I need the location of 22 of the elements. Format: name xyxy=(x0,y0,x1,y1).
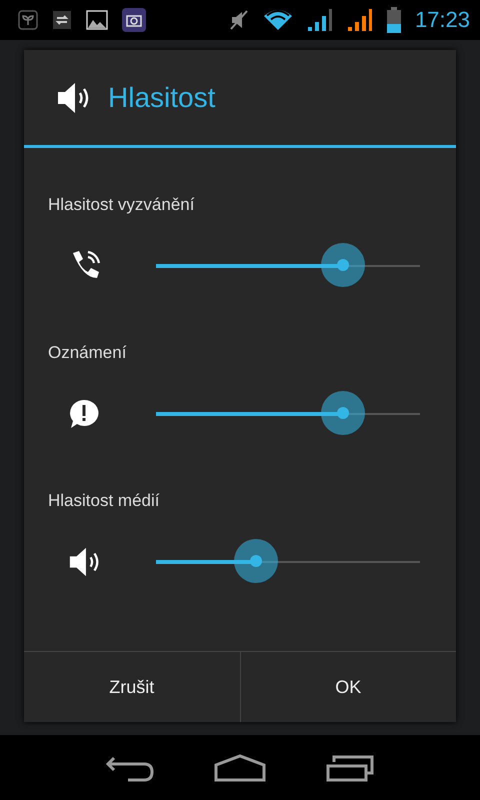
slider-label: Hlasitost médií xyxy=(48,490,160,512)
wifi-icon xyxy=(262,9,293,31)
dialog-title: Hlasitost xyxy=(108,82,216,114)
alert-bubble-icon xyxy=(68,398,100,430)
slider-thumb[interactable] xyxy=(321,391,366,435)
slider-thumb[interactable] xyxy=(234,539,278,583)
signal-icon xyxy=(306,8,333,32)
muted-icon xyxy=(228,9,249,31)
recent-apps-icon[interactable] xyxy=(326,754,374,782)
image-icon xyxy=(86,10,108,30)
sync-icon xyxy=(52,10,72,30)
battery-icon xyxy=(386,7,401,33)
camera-icon xyxy=(122,8,146,32)
slider-thumb[interactable] xyxy=(321,243,366,287)
clock: 17:23 xyxy=(414,7,470,33)
leaf-icon xyxy=(18,10,38,30)
dialog-button[interactable]: Zrušit xyxy=(24,652,240,722)
signal-icon xyxy=(346,8,373,32)
dialog-button[interactable]: OK xyxy=(240,652,456,722)
slider-label: Hlasitost vyzvánění xyxy=(48,194,196,216)
slider-label: Oznámení xyxy=(48,342,128,364)
home-icon[interactable] xyxy=(214,754,266,782)
